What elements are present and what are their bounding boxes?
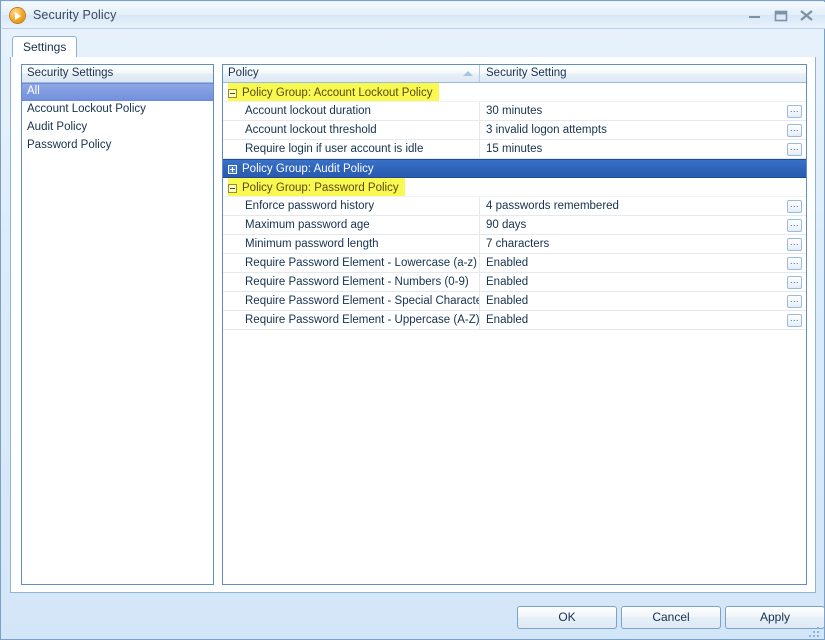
security-settings-header: Security Settings <box>22 65 213 83</box>
edit-ellipsis-button[interactable]: ... <box>787 314 802 327</box>
security-setting-cell: Enabled <box>486 295 529 307</box>
policy-group-label: Policy Group: Account Lockout Policy <box>242 86 433 99</box>
policy-row[interactable]: Require Password Element - Special Chara… <box>223 292 806 311</box>
policy-row[interactable]: Require Password Element - Numbers (0-9)… <box>223 273 806 292</box>
policy-row[interactable]: Require login if user account is idle 15 … <box>223 140 806 159</box>
security-setting-cell: 3 invalid logon attempts <box>486 124 607 136</box>
security-policy-window: Security Policy Settings Security Settin… <box>0 0 825 640</box>
security-settings-item[interactable]: Account Lockout Policy <box>22 101 213 119</box>
edit-ellipsis-button[interactable]: ... <box>787 257 802 270</box>
edit-ellipsis-button[interactable]: ... <box>787 295 802 308</box>
security-setting-cell: Enabled <box>486 314 529 326</box>
policy-name-cell: Minimum password length <box>223 235 480 253</box>
expand-plus-icon[interactable] <box>228 164 237 174</box>
security-settings-item-label: Audit Policy <box>27 121 88 133</box>
security-setting-cell: Enabled <box>486 257 529 269</box>
security-settings-items: All Account Lockout Policy Audit Policy Pas… <box>22 83 213 155</box>
app-orb-icon <box>10 8 25 23</box>
column-header-security-setting[interactable]: Security Setting <box>481 65 806 82</box>
policy-name-cell: Enforce password history <box>223 197 480 215</box>
tab-strip: Settings <box>10 36 816 58</box>
security-setting-cell: Enabled <box>486 276 529 288</box>
edit-ellipsis-button[interactable]: ... <box>787 276 802 289</box>
policy-row[interactable]: Account lockout duration 30 minutes... <box>223 102 806 121</box>
policy-grid-header: Policy Security Setting <box>223 65 806 83</box>
security-settings-list: Security Settings All Account Lockout Pol… <box>21 64 214 585</box>
policy-row[interactable]: Require Password Element - Uppercase (A-… <box>223 311 806 330</box>
policy-row[interactable]: Require Password Element - Lowercase (a-… <box>223 254 806 273</box>
edit-ellipsis-button[interactable]: ... <box>787 124 802 137</box>
edit-ellipsis-button[interactable]: ... <box>787 143 802 156</box>
settings-tab-page: Security Settings All Account Lockout Pol… <box>10 57 816 593</box>
title-bar[interactable]: Security Policy <box>2 2 825 29</box>
policy-grid-body: Policy Group: Account Lockout Policy Acco… <box>223 83 806 584</box>
security-settings-item[interactable]: All <box>22 83 213 101</box>
policy-name-cell: Require Password Element - Numbers (0-9) <box>223 273 480 291</box>
policy-row[interactable]: Account lockout threshold 3 invalid logon… <box>223 121 806 140</box>
policy-row[interactable]: Maximum password age 90 days... <box>223 216 806 235</box>
policy-name-cell: Maximum password age <box>223 216 480 234</box>
column-header-policy-label: Policy <box>228 67 259 79</box>
close-icon[interactable] <box>796 6 817 25</box>
security-setting-cell: 15 minutes <box>486 143 543 155</box>
policy-group-row[interactable]: Policy Group: Audit Policy <box>223 159 806 178</box>
edit-ellipsis-button[interactable]: ... <box>787 219 802 232</box>
policy-name-cell: Account lockout duration <box>223 102 480 120</box>
policy-row[interactable]: Enforce password history 4 passwords reme… <box>223 197 806 216</box>
sort-ascending-icon <box>463 71 473 76</box>
security-settings-item-label: Password Policy <box>27 139 112 151</box>
policy-group-label-wrap: Policy Group: Account Lockout Policy <box>228 83 439 101</box>
security-setting-cell: 4 passwords remembered <box>486 200 619 212</box>
collapse-minus-icon[interactable] <box>228 183 237 193</box>
minimize-icon[interactable] <box>744 6 765 25</box>
resize-grip[interactable] <box>809 624 821 637</box>
policy-group-label-wrap: Policy Group: Password Policy <box>228 178 405 196</box>
policy-name-cell: Require login if user account is idle <box>223 140 480 158</box>
security-setting-cell: 30 minutes <box>486 105 543 117</box>
policy-group-label: Policy Group: Password Policy <box>242 181 399 194</box>
edit-ellipsis-button[interactable]: ... <box>787 238 802 251</box>
edit-ellipsis-button[interactable]: ... <box>787 105 802 118</box>
maximize-icon[interactable] <box>770 6 791 25</box>
security-setting-cell: 7 characters <box>486 238 550 250</box>
policy-name-cell: Require Password Element - Uppercase (A-… <box>223 311 480 329</box>
policy-group-label: Policy Group: Audit Policy <box>242 162 374 175</box>
policy-name-cell: Account lockout threshold <box>223 121 480 139</box>
security-settings-item-label: Account Lockout Policy <box>27 103 146 115</box>
policy-name-cell: Require Password Element - Special Chara… <box>223 292 480 310</box>
cancel-button[interactable]: Cancel <box>621 606 721 629</box>
policy-group-label-wrap: Policy Group: Audit Policy <box>228 159 380 177</box>
security-settings-item[interactable]: Password Policy <box>22 137 213 155</box>
edit-ellipsis-button[interactable]: ... <box>787 200 802 213</box>
collapse-minus-icon[interactable] <box>228 88 237 98</box>
security-settings-item-label: All <box>27 85 40 97</box>
policy-group-row[interactable]: Policy Group: Password Policy <box>223 178 806 197</box>
policy-name-cell: Require Password Element - Lowercase (a-… <box>223 254 480 272</box>
policy-row[interactable]: Minimum password length 7 characters... <box>223 235 806 254</box>
window-title: Security Policy <box>33 8 117 22</box>
security-setting-cell: 90 days <box>486 219 527 231</box>
column-header-policy[interactable]: Policy <box>223 65 480 82</box>
policy-grid: Policy Security Setting Policy Group: Ac… <box>222 64 807 585</box>
policy-group-row[interactable]: Policy Group: Account Lockout Policy <box>223 83 806 102</box>
tab-settings[interactable]: Settings <box>12 36 78 58</box>
ok-button[interactable]: OK <box>517 606 617 629</box>
security-settings-item[interactable]: Audit Policy <box>22 119 213 137</box>
